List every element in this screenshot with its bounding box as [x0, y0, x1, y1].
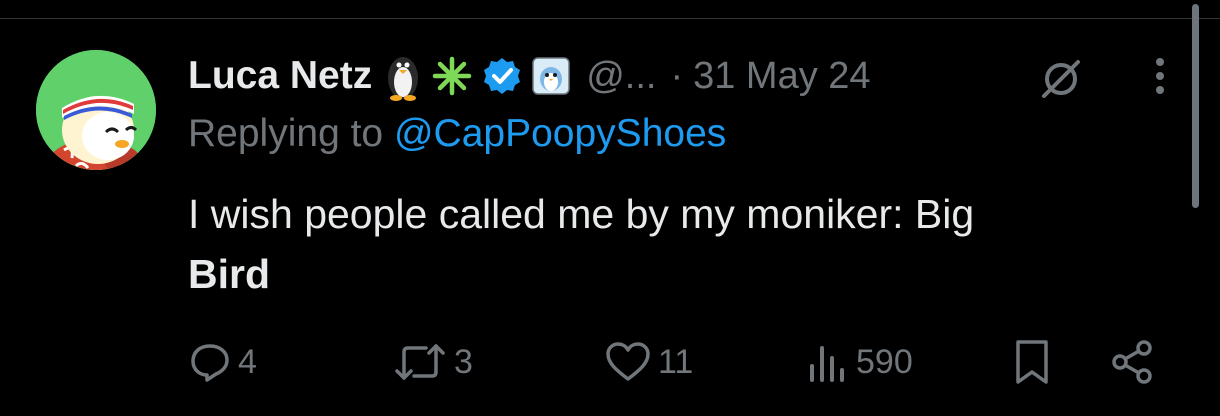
avatar[interactable]	[36, 50, 156, 170]
top-divider	[0, 18, 1220, 19]
like-button[interactable]: 11	[604, 334, 693, 390]
views-icon	[810, 346, 844, 382]
reply-count: 4	[238, 342, 257, 381]
tweet-text: I wish people called me by my moniker: B…	[188, 184, 1178, 304]
bookmark-button[interactable]	[1010, 334, 1054, 390]
mention-link[interactable]: @CapPoopyShoes	[394, 112, 726, 155]
bookmark-icon	[1016, 340, 1048, 384]
views-button[interactable]: 590	[806, 334, 913, 390]
green-asterisk-icon	[432, 56, 472, 96]
action-bar: 4 3 11 590	[0, 334, 1220, 390]
topics-icon[interactable]	[1036, 54, 1086, 104]
scrollbar-thumb[interactable]	[1192, 4, 1199, 208]
replying-to-line: Replying to @CapPoopyShoes	[188, 112, 726, 156]
share-icon	[1112, 340, 1152, 384]
author-handle[interactable]: @...	[586, 55, 656, 98]
separator-dot: ·	[670, 54, 684, 97]
affiliate-badge-icon[interactable]	[532, 57, 570, 95]
penguin-avatar-icon	[36, 50, 156, 170]
verified-badge-icon[interactable]	[482, 56, 522, 96]
reply-icon	[191, 344, 229, 382]
more-options-icon[interactable]	[1150, 52, 1170, 102]
repost-count: 3	[454, 342, 473, 381]
heart-icon	[606, 342, 650, 381]
repost-icon	[395, 344, 445, 380]
tweet-text-bold: Bird	[188, 251, 270, 297]
repost-button[interactable]: 3	[392, 334, 473, 390]
like-count: 11	[658, 342, 694, 381]
share-button[interactable]	[1108, 334, 1156, 390]
reply-button[interactable]: 4	[188, 334, 257, 390]
tweet-header: Luca Netz @... · 31 May 24	[188, 46, 871, 106]
penguin-emoji-icon	[384, 51, 422, 101]
author-name[interactable]: Luca Netz	[188, 54, 372, 98]
tweet-text-main: I wish people called me by my moniker: B…	[188, 191, 975, 237]
replying-to-label: Replying to	[188, 112, 384, 155]
view-count: 590	[856, 342, 913, 381]
tweet-date[interactable]: 31 May 24	[693, 55, 870, 98]
